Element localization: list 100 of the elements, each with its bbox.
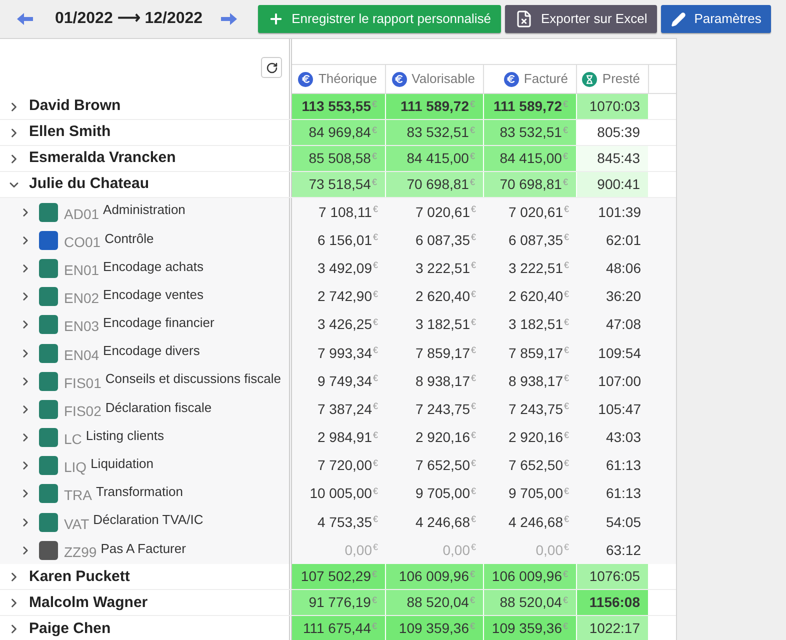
plus-icon <box>268 11 284 27</box>
cell-value: 107:00 <box>598 372 641 391</box>
cell-value: 2 620,40$^{€}$ <box>508 287 569 306</box>
person-name[interactable]: Karen Puckett <box>29 566 130 588</box>
person-name[interactable]: Julie du Chateau <box>29 173 150 196</box>
excel-button[interactable]: Exporter sur Excel <box>505 5 658 33</box>
task-code: FIS02 <box>64 402 102 421</box>
task-name[interactable]: Transformation <box>96 482 183 502</box>
task-code: ZZ99 <box>64 542 97 562</box>
task-name[interactable]: Encodage divers <box>103 341 200 361</box>
cell-value: 6 087,35$^{€}$ <box>508 230 569 250</box>
cell-value: 107 502,29$^{€}$ <box>300 567 377 586</box>
person-name[interactable]: David Brown <box>29 95 121 118</box>
cell-value: 3 222,51$^{€}$ <box>508 258 569 278</box>
cell-value: 7 020,61$^{€}$ <box>508 202 569 222</box>
task-name[interactable]: Déclaration fiscale <box>105 398 212 418</box>
task-name[interactable]: Pas A Facturer <box>100 538 186 558</box>
cell-value: 2 984,91$^{€}$ <box>317 428 378 448</box>
cell-value: 8 938,17$^{€}$ <box>508 372 569 391</box>
settings-button[interactable]: Paramètres <box>661 5 772 33</box>
cell-value: 61:13 <box>606 484 641 504</box>
cell-value: 3 222,51$^{€}$ <box>415 258 476 278</box>
previous-arrow-icon[interactable] <box>17 13 33 25</box>
column-header[interactable]: Valorisable <box>386 65 484 93</box>
cell-value: 70 698,81$^{€}$ <box>500 175 568 194</box>
task-code: EN01 <box>64 260 100 280</box>
task-code: LIQ <box>64 458 87 478</box>
person-name[interactable]: Esmeralda Vrancken <box>29 147 176 170</box>
cell-value: 83 532,51$^{€}$ <box>500 123 568 142</box>
cell-value: 109:54 <box>598 344 641 363</box>
cell-value: 109 359,36$^{€}$ <box>398 619 475 638</box>
task-name[interactable]: Encodage achats <box>103 256 204 276</box>
cell-value: 2 742,90$^{€}$ <box>317 287 378 306</box>
cell-value: 70 698,81$^{€}$ <box>406 175 475 194</box>
task-name[interactable]: Administration <box>103 200 186 220</box>
column-header[interactable]: Facturé <box>484 65 577 93</box>
hourglass-icon <box>582 72 598 86</box>
refresh-icon <box>266 62 278 74</box>
cell-value: 62:01 <box>606 230 641 250</box>
cell-value: 85 508,58$^{€}$ <box>308 149 377 168</box>
task-name[interactable]: Listing clients <box>86 426 164 446</box>
task-code: EN03 <box>64 317 100 336</box>
cell-value: 900:41 <box>597 175 640 194</box>
cell-value: 63:12 <box>606 540 641 560</box>
cell-value: 4 246,68$^{€}$ <box>508 512 569 532</box>
cell-value: 1070:03 <box>589 97 640 116</box>
cell-value: 4 246,68$^{€}$ <box>415 512 476 532</box>
task-name[interactable]: Déclaration TVA/IC <box>93 510 204 530</box>
person-name[interactable]: Ellen Smith <box>29 121 111 144</box>
cell-value: 111 589,72$^{€}$ <box>493 97 568 116</box>
cell-value: 7 020,61$^{€}$ <box>415 202 476 222</box>
cell-value: 0,00$^{€}$ <box>442 540 476 560</box>
cell-value: 0,00$^{€}$ <box>344 540 378 560</box>
column-header[interactable]: Presté <box>577 65 649 93</box>
next-arrow-icon[interactable] <box>220 13 237 25</box>
cell-value: 2 620,40$^{€}$ <box>415 287 476 306</box>
euro-icon <box>298 72 314 86</box>
cell-value: 111 675,44$^{€}$ <box>302 619 377 638</box>
task-name[interactable]: Contrôle <box>104 228 154 248</box>
cell-value: 7 387,24$^{€}$ <box>317 400 378 419</box>
cell-value: 7 243,75$^{€}$ <box>415 400 476 419</box>
cell-value: 9 749,34$^{€}$ <box>317 372 378 391</box>
cell-value: 7 859,17$^{€}$ <box>508 344 569 363</box>
task-code: EN02 <box>64 289 100 308</box>
task-name[interactable]: Encodage financier <box>103 313 214 333</box>
task-name[interactable]: Encodage ventes <box>103 284 204 304</box>
cell-value: 0,00$^{€}$ <box>536 540 569 560</box>
cell-value: 3 426,25$^{€}$ <box>317 315 378 334</box>
cell-value: 84 415,00$^{€}$ <box>500 149 568 168</box>
task-name[interactable]: Conseils et discussions fiscale <box>105 369 281 389</box>
cell-value: 805:39 <box>597 123 640 142</box>
person-name[interactable]: Malcolm Wagner <box>29 592 148 614</box>
cell-value: 845:43 <box>597 149 640 168</box>
cell-value: 47:08 <box>606 315 641 334</box>
cell-value: 2 920,16$^{€}$ <box>508 428 569 448</box>
cell-value: 9 705,00$^{€}$ <box>508 484 569 504</box>
pencil-icon <box>671 12 686 26</box>
cell-value: 7 652,50$^{€}$ <box>415 456 476 476</box>
cell-value: 1076:05 <box>589 567 640 586</box>
task-code: TRA <box>64 486 92 506</box>
cell-value: 106 009,96$^{€}$ <box>492 567 568 586</box>
column-header[interactable]: Théorique <box>292 65 386 93</box>
cell-value: 88 520,04$^{€}$ <box>500 593 568 612</box>
cell-value: 105:47 <box>598 400 641 419</box>
cell-value: 111 589,72$^{€}$ <box>400 97 475 116</box>
cell-value: 4 753,35$^{€}$ <box>317 512 378 532</box>
cell-value: 54:05 <box>606 512 641 532</box>
task-name[interactable]: Liquidation <box>90 454 154 474</box>
cell-value: 84 969,84$^{€}$ <box>308 123 377 142</box>
cell-value: 7 720,00$^{€}$ <box>317 456 378 476</box>
person-name[interactable]: Paige Chen <box>29 618 111 640</box>
cell-value: 7 859,17$^{€}$ <box>415 344 476 363</box>
cell-value: 3 492,09$^{€}$ <box>317 258 378 278</box>
cell-value: 8 938,17$^{€}$ <box>415 372 476 391</box>
refresh-button[interactable] <box>261 57 282 78</box>
cell-value: 109 359,36$^{€}$ <box>492 619 568 638</box>
task-code: EN04 <box>64 346 100 365</box>
period-range: 01/2022 ⟶ 12/2022 <box>55 9 203 29</box>
cell-value: 43:03 <box>606 428 641 448</box>
cell-value: 61:13 <box>606 456 641 476</box>
